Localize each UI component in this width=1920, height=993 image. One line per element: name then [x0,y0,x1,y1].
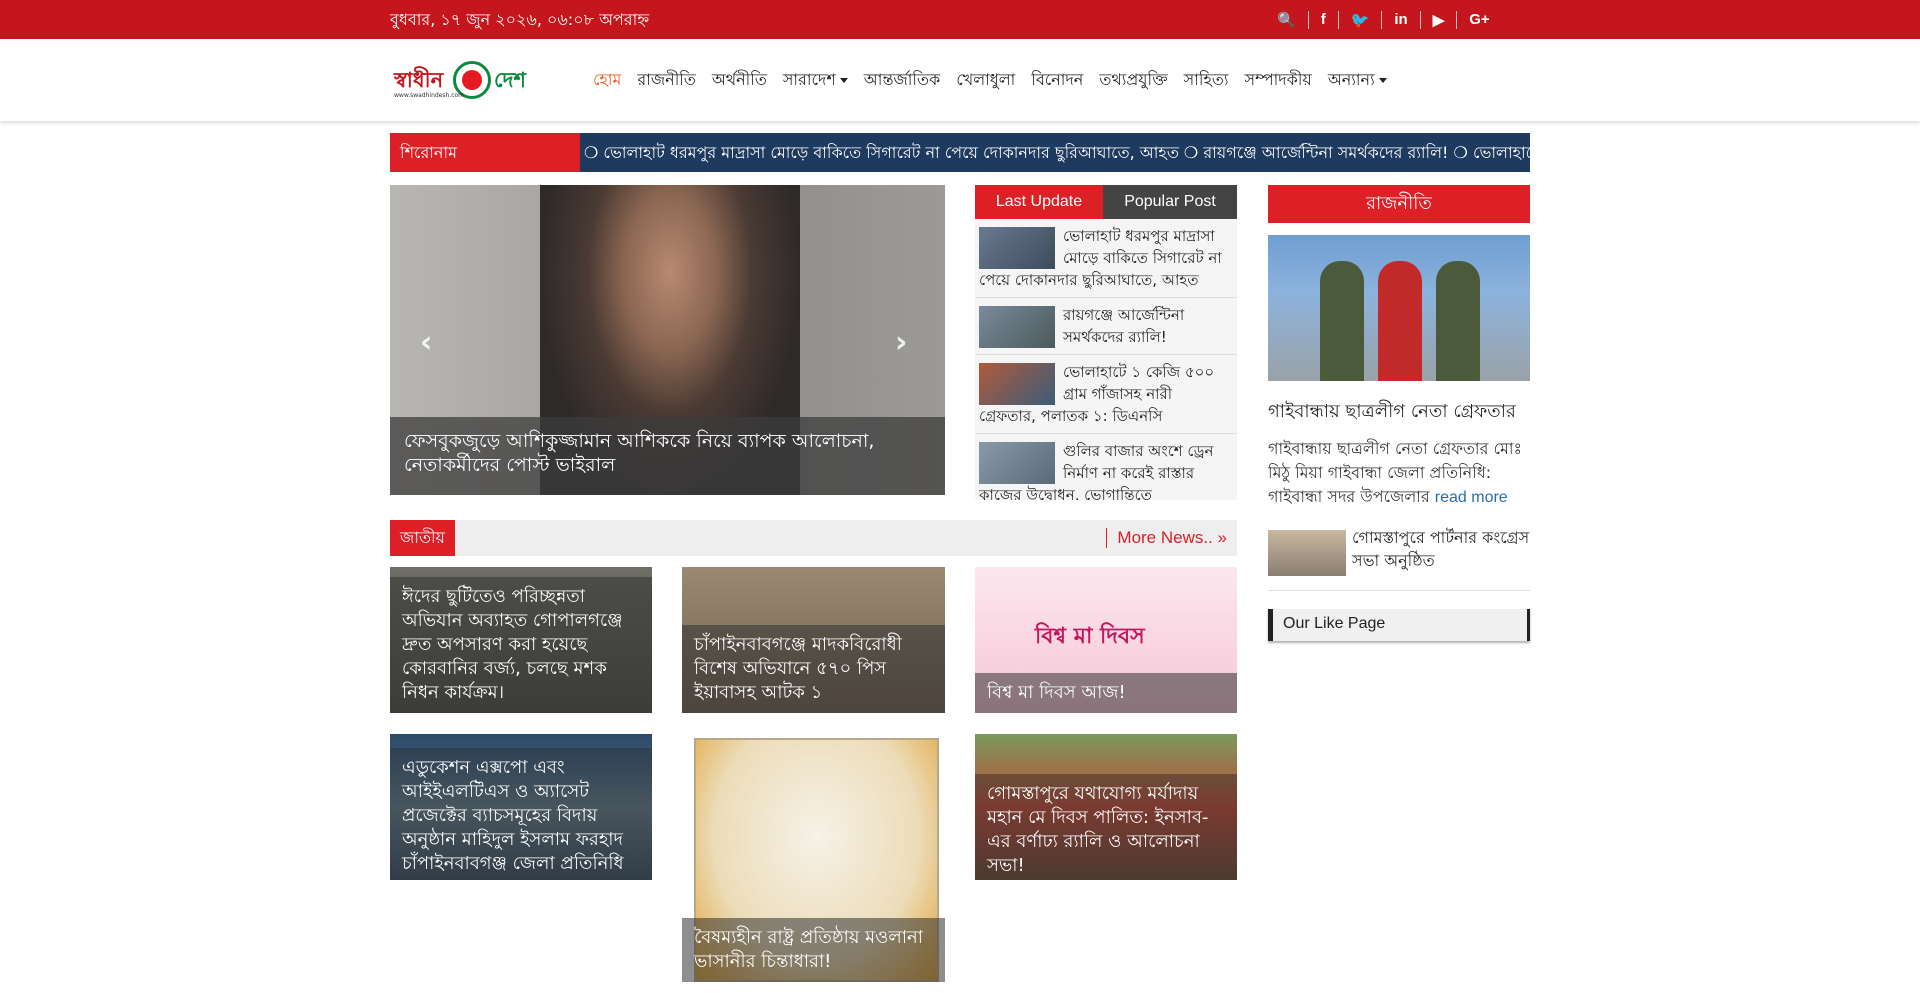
section-bar-national: জাতীয় More News.. » [390,520,1237,556]
ticker-text[interactable]: ❍ ভোলাহাট ধরমপুর মাদ্রাসা মোড়ে বাকিতে স… [580,133,1530,172]
list-item-thumbnail [979,227,1055,269]
sidebar-featured-image[interactable] [1268,235,1530,381]
tab-popular-post[interactable]: Popular Post [1103,185,1237,219]
facebook-icon[interactable]: f [1307,10,1338,29]
site-header: স্বাধীন দেশ www.swadhindesh.com হোম রাজন… [0,39,1920,121]
google-plus-icon[interactable]: G+ [1456,10,1501,29]
nav-sports[interactable]: খেলাধুলা [948,67,1023,94]
politics-sidebar: রাজনীতি গাইবান্ধায় ছাত্রলীগ নেতা গ্রেফত… [1268,185,1530,641]
news-card-title: এডুকেশন এক্সপো এবং আইইএলটিএস ও অ্যাসেট প… [390,748,652,880]
read-more-link[interactable]: read more [1435,489,1508,506]
main-nav: হোম রাজনীতি অর্থনীতি সারাদেশ আন্তর্জাতিক… [585,39,1395,121]
list-item[interactable]: ভোলাহাটে ১ কেজি ৫০০ গ্রাম গাঁজাসহ নারী গ… [975,355,1237,434]
search-icon[interactable]: 🔍 [1265,11,1308,29]
news-card-title: বৈষম্যহীন রাষ্ট্র প্রতিষ্ঠায় মওলানা ভাস… [682,918,945,982]
image-figure [1436,261,1480,381]
news-card-title: গোমস্তাপুরে যথাযোগ্য মর্যাদায় মহান মে দ… [975,774,1237,880]
tab-last-update[interactable]: Last Update [975,185,1103,219]
image-figure [1320,261,1364,381]
nav-country[interactable]: সারাদেশ [775,67,856,94]
sidebar-featured-title[interactable]: গাইবান্ধায় ছাত্রলীগ নেতা গ্রেফতার [1268,399,1530,425]
headline-ticker: শিরোনাম ❍ ভোলাহাট ধরমপুর মাদ্রাসা মোড়ে … [390,133,1530,172]
nav-economy[interactable]: অর্থনীতি [704,67,775,94]
news-card[interactable]: এডুকেশন এক্সপো এবং আইইএলটিএস ও অ্যাসেট প… [390,734,652,880]
slider-caption[interactable]: ফেসবুকজুড়ে আশিকুজ্জামান আশিককে নিয়ে ব্… [390,417,945,495]
featured-slider[interactable]: ‹ › ফেসবুকজুড়ে আশিকুজ্জামান আশিককে নিয়… [390,185,945,495]
divider [1268,590,1530,591]
list-item-thumbnail [979,306,1055,348]
nav-country-label: সারাদেশ [782,69,836,89]
mother-day-art: বিশ্ব মা দিবস [1035,624,1145,649]
nav-home[interactable]: হোম [585,67,629,94]
ticker-label: শিরোনাম [390,133,580,172]
nav-politics[interactable]: রাজনীতি [629,67,703,94]
tab-bar: Last Update Popular Post [975,185,1237,219]
slider-next-icon[interactable]: › [895,325,907,360]
news-card-title: ঈদের ছুটিতেও পরিচ্ছন্নতা অভিযান অব্যাহত … [390,577,652,713]
list-item-thumbnail [979,363,1055,405]
logo-url: www.swadhindesh.com [394,92,465,99]
twitter-icon[interactable]: 🐦 [1337,10,1382,29]
youtube-icon[interactable]: ▶ [1419,10,1457,29]
nav-editorial[interactable]: সম্পাদকীয় [1237,67,1320,94]
nav-international[interactable]: আন্তর্জাতিক [856,67,948,94]
more-news-link[interactable]: More News.. » [1106,528,1227,548]
section-label[interactable]: জাতীয় [390,520,455,556]
list-item-title: রায়গঞ্জে আর্জেন্টিনা সমর্থকদের র‍্যালি! [1063,306,1185,346]
list-item[interactable]: ভোলাহাট ধরমপুর মাদ্রাসা মোড়ে বাকিতে সিগ… [975,219,1237,298]
list-item-thumbnail [1268,530,1346,576]
list-item[interactable]: রায়গঞ্জে আর্জেন্টিনা সমর্থকদের র‍্যালি! [975,298,1237,355]
sidebar-excerpt: গাইবান্ধায় ছাত্রলীগ নেতা গ্রেফতার মোঃ ম… [1268,437,1530,510]
linkedin-icon[interactable]: in [1381,10,1419,29]
nav-entertainment[interactable]: বিনোদন [1023,67,1091,94]
slider-prev-icon[interactable]: ‹ [420,325,432,360]
site-logo[interactable]: স্বাধীন দেশ www.swadhindesh.com [390,58,540,104]
news-card[interactable]: বিশ্ব মা দিবস বিশ্ব মা দিবস আজ! [975,567,1237,713]
chevron-down-icon [1378,77,1387,83]
top-bar: বুধবার, ১৭ জুন ২০২৬, ০৬:০৮ অপরাহ্ন 🔍 f 🐦… [0,0,1920,39]
tab-list: ভোলাহাট ধরমপুর মাদ্রাসা মোড়ে বাকিতে সিগ… [975,219,1237,500]
news-card-title: চাঁপাইনবাবগঞ্জে মাদকবিরোধী বিশেষ অভিযানে… [682,625,945,713]
social-links: 🔍 f 🐦 in ▶ G+ [1265,0,1502,39]
list-item-thumbnail [979,442,1055,484]
image-figure [1378,261,1422,381]
like-page-heading: Our Like Page [1268,609,1530,641]
logo-text-right: দেশ [494,67,526,92]
latest-popular-tabs: Last Update Popular Post ভোলাহাট ধরমপুর … [975,185,1237,500]
news-card[interactable]: বৈষম্যহীন রাষ্ট্র প্রতিষ্ঠায় মওলানা ভাস… [682,734,945,982]
nav-others-label: অন্যান্য [1327,69,1375,89]
nav-literature[interactable]: সাহিত্য [1176,67,1237,94]
current-date: বুধবার, ১৭ জুন ২০২৬, ০৬:০৮ অপরাহ্ন [390,10,650,29]
news-card[interactable]: গোমস্তাপুরে যথাযোগ্য মর্যাদায় মহান মে দ… [975,734,1237,880]
nav-technology[interactable]: তথ্যপ্রযুক্তি [1091,67,1175,94]
news-card[interactable]: চাঁপাইনবাবগঞ্জে মাদকবিরোধী বিশেষ অভিযানে… [682,567,945,713]
nav-others[interactable]: অন্যান্য [1320,67,1395,94]
news-card-title: বিশ্ব মা দিবস আজ! [975,673,1237,713]
list-item[interactable]: গুলির বাজার অংশে ড্রেন নির্মাণ না করেই র… [975,434,1237,500]
news-card[interactable]: ঈদের ছুটিতেও পরিচ্ছন্নতা অভিযান অব্যাহত … [390,567,652,713]
list-item[interactable]: গোমস্তাপুরে পার্টনার কংগ্রেস সভা অনুষ্ঠি… [1268,526,1530,576]
sidebar-heading[interactable]: রাজনীতি [1268,185,1530,223]
chevron-down-icon [839,77,848,83]
